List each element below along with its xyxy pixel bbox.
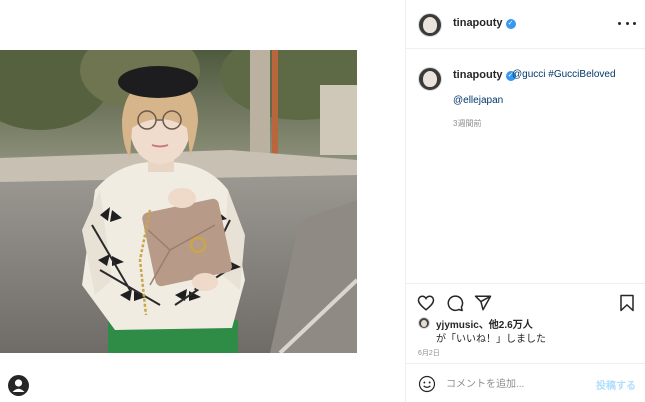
likes-others[interactable]: 、他2.6万人 — [479, 320, 533, 331]
likes-summary: yjymusic、他2.6万人 — [418, 316, 533, 331]
liker-name[interactable]: yjymusic — [436, 320, 479, 331]
comment-bar: 投稿する — [406, 363, 645, 402]
heart-icon[interactable] — [417, 294, 435, 312]
comment-input[interactable] — [446, 376, 586, 392]
post-comment-button[interactable]: 投稿する — [596, 377, 636, 392]
post-header: tinapouty ✓ — [406, 0, 645, 49]
caption-time-ago[interactable]: 3週間前 — [453, 118, 481, 129]
post-photo-image — [0, 50, 357, 353]
verified-badge-icon: ✓ — [505, 19, 516, 29]
caption-avatar[interactable] — [418, 67, 442, 91]
profile-icon[interactable] — [8, 375, 29, 396]
more-options-icon[interactable] — [618, 16, 636, 30]
likes-suffix: が「いいね！」しました — [436, 334, 546, 345]
likes-line: yjymusic、他2.6万人 — [436, 316, 533, 331]
share-icon[interactable] — [474, 294, 492, 312]
media-area — [0, 0, 405, 402]
post-side-panel: tinapouty ✓ tinapouty ✓ @gucci #GucciBelov… — [405, 0, 645, 402]
caption-second-mention-link[interactable]: @ellejapan — [453, 95, 503, 106]
post-photo[interactable] — [0, 50, 357, 353]
caption-username-text[interactable]: tinapouty — [453, 69, 503, 81]
bookmark-icon[interactable] — [618, 294, 636, 312]
author-avatar[interactable] — [418, 13, 442, 37]
author-username-text[interactable]: tinapouty — [453, 17, 503, 29]
caption-hashtag-link[interactable]: #GucciBeloved — [548, 69, 615, 80]
emoji-icon[interactable] — [418, 375, 436, 393]
comment-icon[interactable] — [446, 294, 464, 312]
post-date[interactable]: 6月2日 — [418, 348, 440, 358]
caption-text: @gucci #GucciBeloved — [512, 69, 616, 80]
caption-username: tinapouty ✓ — [453, 69, 516, 81]
liker-avatar[interactable] — [418, 317, 430, 329]
caption-mention-link[interactable]: @gucci — [512, 69, 546, 80]
action-bar — [406, 283, 645, 319]
author-username[interactable]: tinapouty ✓ — [453, 17, 516, 29]
